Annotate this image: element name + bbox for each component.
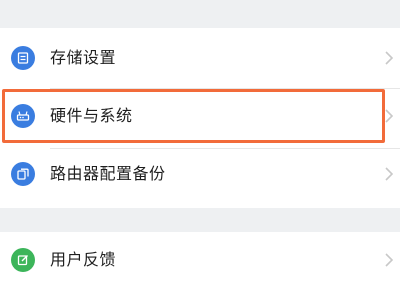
settings-item-label: 路由器配置备份 xyxy=(50,164,166,183)
chevron-right-icon xyxy=(385,253,394,267)
settings-item-storage[interactable]: 存储设置 xyxy=(0,30,400,88)
backup-copy-icon xyxy=(11,162,35,186)
settings-item-label: 用户反馈 xyxy=(50,250,117,269)
highlight-box xyxy=(2,89,385,143)
settings-group-feedback: 用户反馈 xyxy=(0,232,400,300)
settings-item-router-backup[interactable]: 路由器配置备份 xyxy=(0,146,400,204)
storage-icon xyxy=(11,46,35,70)
settings-item-label: 存储设置 xyxy=(50,48,117,67)
settings-item-feedback[interactable]: 用户反馈 xyxy=(0,232,400,290)
feedback-edit-icon xyxy=(11,248,35,272)
chevron-right-icon xyxy=(385,109,394,123)
chevron-right-icon xyxy=(385,51,394,65)
chevron-right-icon xyxy=(385,167,394,181)
